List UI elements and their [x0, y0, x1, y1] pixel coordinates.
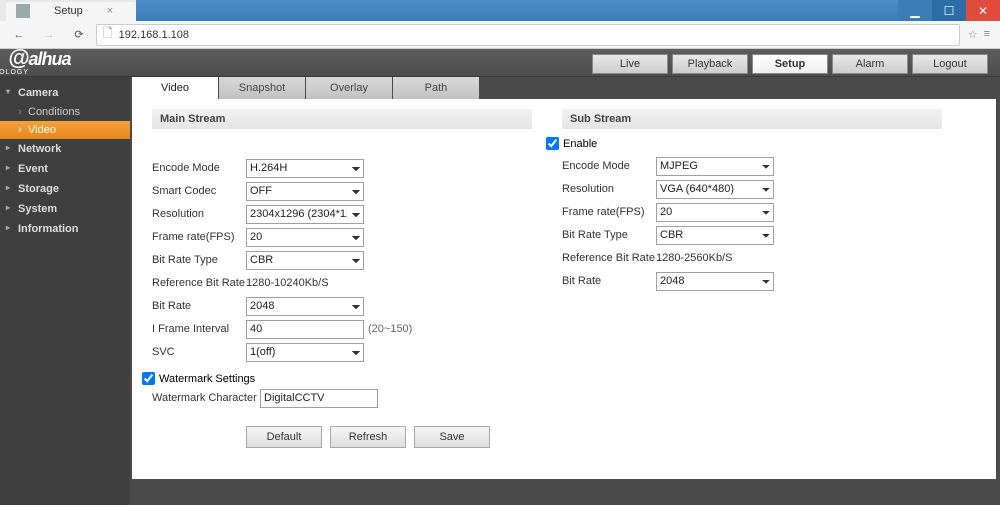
label-iframe: I Frame Interval — [152, 323, 246, 335]
page-icon: 🗋 — [103, 24, 113, 45]
sub-brtype-select[interactable]: CBR — [656, 226, 774, 245]
top-nav: Live Playback Setup Alarm Logout — [592, 54, 988, 76]
sidebar-network[interactable]: Network — [0, 139, 130, 159]
fps-select[interactable]: 20 — [246, 228, 364, 247]
iframe-interval-input[interactable] — [246, 320, 364, 339]
sub-resolution-select[interactable]: VGA (640*480) — [656, 180, 774, 199]
enable-label: Enable — [563, 138, 597, 150]
svc-select[interactable]: 1(off) — [246, 343, 364, 362]
maximize-button[interactable]: ☐ — [932, 0, 966, 21]
bitrate-select[interactable]: 2048 — [246, 297, 364, 316]
reload-button[interactable]: ⟳ — [66, 24, 92, 46]
iframe-hint: (20~150) — [368, 323, 412, 335]
sub-stream-column: Sub Stream Enable Encode ModeMJPEG Resol… — [562, 109, 942, 448]
default-button[interactable]: Default — [246, 426, 322, 448]
sidebar-item-video[interactable]: Video — [0, 121, 130, 139]
sub-stream-title: Sub Stream — [562, 109, 942, 129]
bookmark-icon[interactable]: ☆ — [968, 28, 978, 41]
watermark-char-input[interactable] — [260, 389, 378, 408]
tab-overlay[interactable]: Overlay — [306, 77, 392, 99]
watermark-label: Watermark Settings — [159, 373, 255, 385]
tabstrip-background — [136, 0, 898, 21]
sub-label-res: Resolution — [562, 183, 656, 195]
window-buttons: ▁ ☐ ✕ — [898, 0, 1000, 21]
sidebar: Camera Conditions Video Network Event St… — [0, 77, 130, 505]
sidebar-camera[interactable]: Camera — [0, 83, 130, 103]
config-panel: Main Stream Encode ModeH.264H Smart Code… — [132, 99, 996, 479]
watermark-checkbox[interactable] — [142, 372, 155, 385]
sub-label-fps: Frame rate(FPS) — [562, 206, 656, 218]
sub-encode-select[interactable]: MJPEG — [656, 157, 774, 176]
logo: @alhua TECHNOLOGY — [8, 45, 70, 76]
nav-logout[interactable]: Logout — [912, 54, 988, 74]
tab-video[interactable]: Video — [132, 77, 218, 99]
label-brtype: Bit Rate Type — [152, 254, 246, 266]
menu-icon[interactable]: ≡ — [984, 28, 990, 41]
sub-fps-select[interactable]: 20 — [656, 203, 774, 222]
label-smart: Smart Codec — [152, 185, 246, 197]
label-svc: SVC — [152, 346, 246, 358]
minimize-button[interactable]: ▁ — [898, 0, 932, 21]
sidebar-system[interactable]: System — [0, 199, 130, 219]
close-tab-icon[interactable]: × — [107, 5, 113, 17]
forward-button[interactable]: → — [36, 24, 62, 46]
bitrate-type-select[interactable]: CBR — [246, 251, 364, 270]
content: Video Snapshot Overlay Path Main Stream … — [130, 77, 1000, 505]
sub-bitrate-select[interactable]: 2048 — [656, 272, 774, 291]
browser-tab[interactable]: Setup × — [6, 2, 136, 21]
action-buttons: Default Refresh Save — [246, 426, 532, 448]
label-res: Resolution — [152, 208, 246, 220]
label-br: Bit Rate — [152, 300, 246, 312]
nav-playback[interactable]: Playback — [672, 54, 748, 74]
main-stream-column: Main Stream Encode ModeH.264H Smart Code… — [152, 109, 532, 448]
chrome-tabstrip: Setup × — [0, 0, 136, 21]
close-window-button[interactable]: ✕ — [966, 0, 1000, 21]
sidebar-information[interactable]: Information — [0, 219, 130, 239]
sub-label-refbr: Reference Bit Rate — [562, 252, 656, 264]
sub-refbr-value: 1280-2560Kb/S — [656, 252, 732, 264]
url-text: 192.168.1.108 — [119, 29, 189, 41]
main-area: Camera Conditions Video Network Event St… — [0, 77, 1000, 505]
label-fps: Frame rate(FPS) — [152, 231, 246, 243]
sub-label-br: Bit Rate — [562, 275, 656, 287]
encode-mode-select[interactable]: H.264H — [246, 159, 364, 178]
nav-setup[interactable]: Setup — [752, 54, 828, 74]
resolution-select[interactable]: 2304x1296 (2304*1296) — [246, 205, 364, 224]
label-watermark-char: Watermark Character — [152, 392, 260, 404]
nav-alarm[interactable]: Alarm — [832, 54, 908, 74]
refresh-button[interactable]: Refresh — [330, 426, 406, 448]
label-encode: Encode Mode — [152, 162, 246, 174]
address-bar[interactable]: 🗋 192.168.1.108 — [96, 24, 960, 46]
save-button[interactable]: Save — [414, 426, 490, 448]
ref-bitrate-value: 1280-10240Kb/S — [246, 277, 329, 289]
label-refbr: Reference Bit Rate — [152, 277, 246, 289]
substream-enable-checkbox[interactable] — [546, 137, 559, 150]
tab-snapshot[interactable]: Snapshot — [219, 77, 305, 99]
app-header: @alhua TECHNOLOGY Live Playback Setup Al… — [0, 49, 1000, 77]
browser-toolbar: ← → ⟳ 🗋 192.168.1.108 ☆ ≡ — [0, 21, 1000, 49]
back-button[interactable]: ← — [6, 24, 32, 46]
smart-codec-select[interactable]: OFF — [246, 182, 364, 201]
tab-title: Setup — [54, 5, 83, 17]
sidebar-event[interactable]: Event — [0, 159, 130, 179]
tab-favicon — [16, 4, 30, 18]
content-tabs: Video Snapshot Overlay Path — [130, 77, 1000, 99]
main-stream-title: Main Stream — [152, 109, 532, 129]
sub-label-brtype: Bit Rate Type — [562, 229, 656, 241]
sidebar-storage[interactable]: Storage — [0, 179, 130, 199]
sub-label-encode: Encode Mode — [562, 160, 656, 172]
sidebar-item-conditions[interactable]: Conditions — [0, 103, 130, 121]
nav-live[interactable]: Live — [592, 54, 668, 74]
window-titlebar: Setup × ▁ ☐ ✕ — [0, 0, 1000, 21]
tab-path[interactable]: Path — [393, 77, 479, 99]
